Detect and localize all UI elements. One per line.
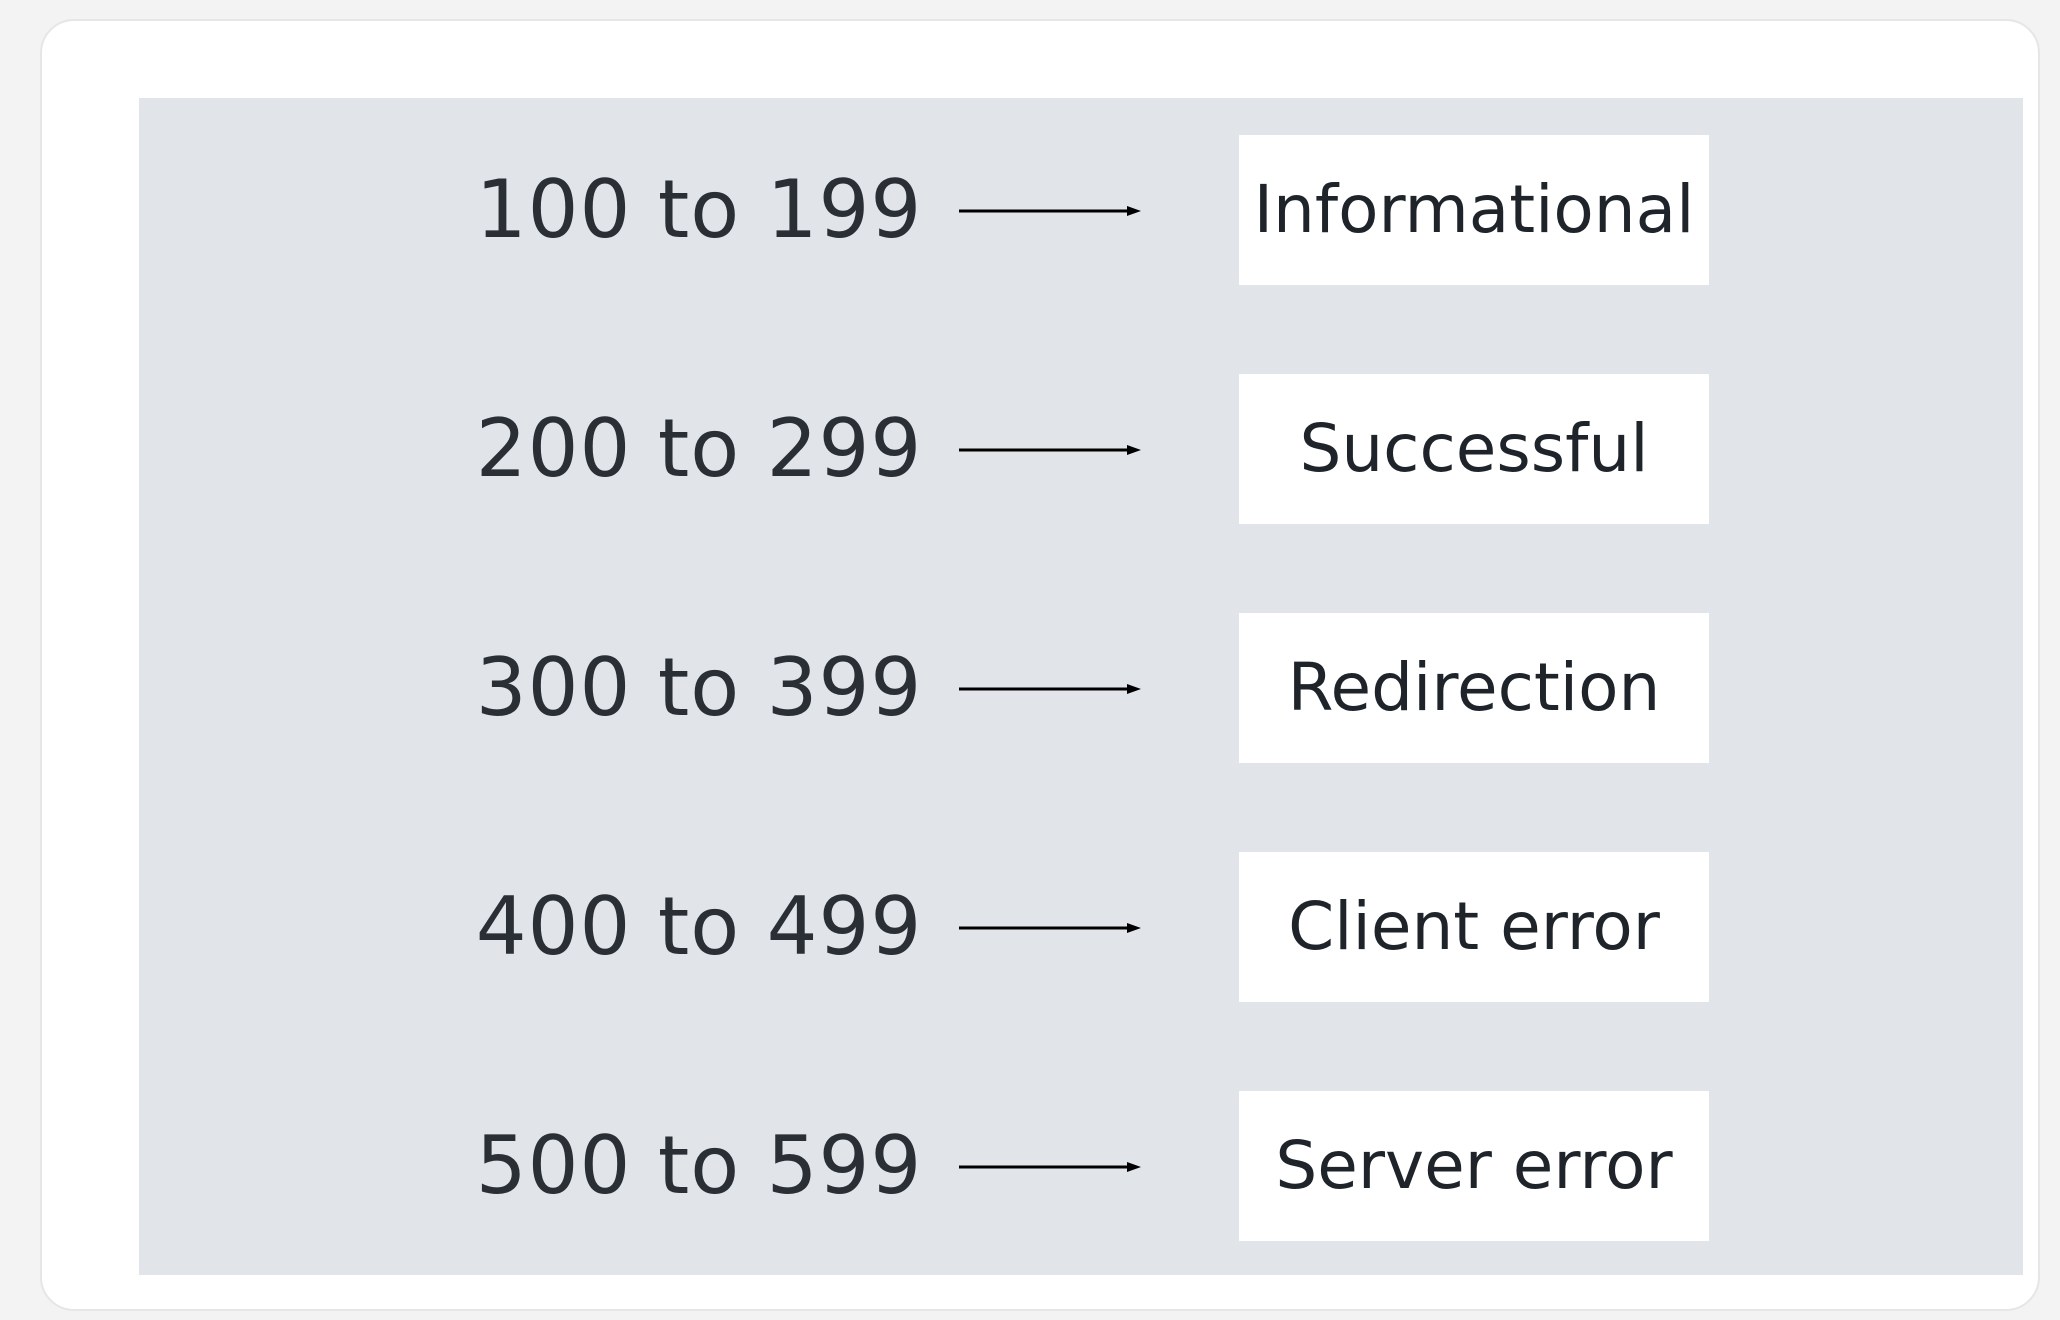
range-label: 200 to 299 <box>475 402 923 495</box>
diagram-card: 100 to 199 Informational 200 to 299 Succ… <box>40 19 2040 1311</box>
category-box: Server error <box>1239 1091 1709 1241</box>
range-label: 300 to 399 <box>475 641 923 734</box>
category-box: Client error <box>1239 852 1709 1002</box>
status-row-1xx: 100 to 199 Informational <box>139 135 2023 285</box>
status-row-2xx: 200 to 299 Successful <box>139 374 2023 524</box>
category-box: Informational <box>1239 135 1709 285</box>
category-box: Successful <box>1239 374 1709 524</box>
right-arrow-icon <box>959 205 1141 217</box>
right-arrow-icon <box>959 683 1141 695</box>
range-label: 500 to 599 <box>475 1119 923 1212</box>
range-label: 400 to 499 <box>475 880 923 973</box>
right-arrow-icon <box>959 922 1141 934</box>
status-row-5xx: 500 to 599 Server error <box>139 1091 2023 1241</box>
right-arrow-icon <box>959 1161 1141 1173</box>
diagram-panel: 100 to 199 Informational 200 to 299 Succ… <box>139 98 2023 1275</box>
status-row-3xx: 300 to 399 Redirection <box>139 613 2023 763</box>
category-box: Redirection <box>1239 613 1709 763</box>
status-row-4xx: 400 to 499 Client error <box>139 852 2023 1002</box>
right-arrow-icon <box>959 444 1141 456</box>
range-label: 100 to 199 <box>475 163 923 256</box>
